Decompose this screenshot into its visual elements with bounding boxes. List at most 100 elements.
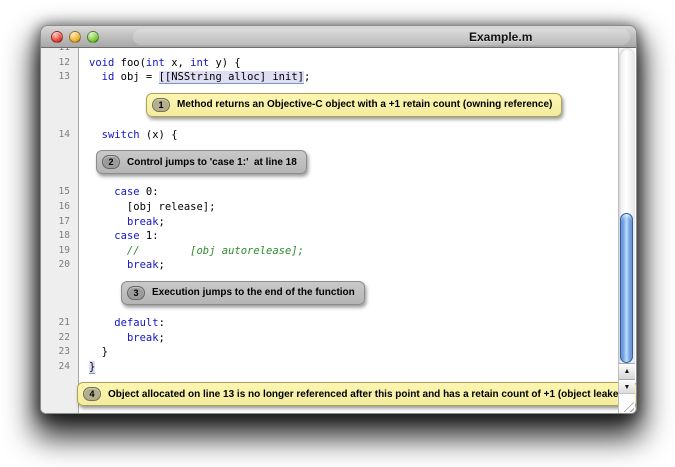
code-row: 22 break; — [41, 331, 617, 346]
analyzer-range-highlight: [[NSString alloc] init] — [159, 71, 304, 84]
code-segment: break — [127, 216, 159, 228]
code-row: 11 — [41, 48, 617, 56]
line-number: 22 — [41, 331, 79, 346]
code-segment — [89, 259, 127, 271]
code-segment: break — [127, 332, 159, 344]
line-number: 20 — [41, 258, 79, 273]
scrollbar-thumb[interactable] — [620, 213, 633, 363]
code-line: break; — [79, 215, 165, 230]
code-line: } — [79, 360, 95, 375]
code-line: [obj release]; — [79, 200, 215, 215]
line-number: 18 — [41, 229, 79, 244]
code-row: 12void foo(int x, int y) { — [41, 56, 617, 71]
line-number: 12 — [41, 56, 79, 71]
code-line: case 0: — [79, 185, 159, 200]
code-line — [79, 48, 89, 56]
code-line: break; — [79, 331, 165, 346]
code-row: 14 switch (x) { — [41, 128, 617, 143]
code-row: 16 [obj release]; — [41, 200, 617, 215]
code-segment: default — [114, 317, 158, 329]
analyzer-bubble-control-3[interactable]: 3 Execution jumps to the end of the funct… — [121, 281, 365, 305]
example-m-window: Example.m 1112void foo(int x, int y) {13… — [40, 25, 637, 414]
code-row: 24} — [41, 360, 617, 375]
titlebar-sheen — [133, 29, 630, 45]
line-number: 24 — [41, 360, 79, 375]
code-segment: y) { — [209, 57, 241, 69]
line-number: 15 — [41, 185, 79, 200]
line-number: 21 — [41, 316, 79, 331]
code-segment: 0: — [140, 186, 159, 198]
code-segment: void — [89, 57, 114, 69]
code-segment: case — [114, 230, 139, 242]
code-segment: ; — [304, 71, 310, 83]
close-button-icon[interactable] — [51, 31, 63, 43]
line-number: 11 — [41, 48, 79, 56]
code-segment: (x) { — [140, 129, 178, 141]
code-row: 20 break; — [41, 258, 617, 273]
line-number: 23 — [41, 345, 79, 360]
window-resize-grip[interactable] — [619, 393, 635, 413]
code-row: 18 case 1: — [41, 229, 617, 244]
bubble-message: Method returns an Objective-C object wit… — [177, 98, 552, 111]
bubble-message: Control jumps to 'case 1:' at line 18 — [127, 156, 297, 169]
code-segment: : — [159, 317, 165, 329]
line-number: 17 — [41, 215, 79, 230]
code-segment: int — [190, 57, 209, 69]
vertical-scrollbar[interactable]: ▲ ▼ — [618, 48, 635, 413]
line-number: 14 — [41, 128, 79, 143]
analyzer-bubble-event-1[interactable]: 1 Method returns an Objective-C object wi… — [146, 93, 562, 117]
window-titlebar[interactable]: Example.m — [41, 26, 636, 48]
code-segment: x, — [165, 57, 190, 69]
code-row: 21 default: — [41, 316, 617, 331]
code-segment: [obj release]; — [89, 201, 215, 213]
analyzer-bubble-control-2[interactable]: 2 Control jumps to 'case 1:' at line 18 — [96, 150, 307, 174]
code-row: 13 id obj = [[NSString alloc] init]; — [41, 70, 617, 85]
path-step-badge: 4 — [83, 387, 101, 401]
code-segment: break — [127, 259, 159, 271]
desktop-background: Example.m 1112void foo(int x, int y) {13… — [0, 0, 675, 467]
path-step-badge: 2 — [102, 155, 120, 169]
code-segment — [89, 186, 114, 198]
code-segment — [89, 129, 102, 141]
code-segment: } — [89, 346, 108, 358]
code-segment: case — [114, 186, 139, 198]
code-segment: switch — [102, 129, 140, 141]
source-code-view: 1112void foo(int x, int y) {13 id obj = … — [41, 48, 617, 413]
code-row: 23 } — [41, 345, 617, 360]
code-line: switch (x) { — [79, 128, 178, 143]
code-line: default: — [79, 316, 165, 331]
code-line: } — [79, 345, 108, 360]
code-row: 19 // [obj autorelease]; — [41, 244, 617, 259]
line-number: 19 — [41, 244, 79, 259]
bubble-message: Execution jumps to the end of the functi… — [152, 286, 355, 299]
bubble-message: Object allocated on line 13 is no longer… — [108, 388, 628, 401]
code-line: id obj = [[NSString alloc] init]; — [79, 70, 310, 85]
code-segment — [89, 317, 114, 329]
code-row: 15 case 0: — [41, 185, 617, 200]
analyzer-bubble-event-4[interactable]: 4 Object allocated on line 13 is no longe… — [77, 382, 636, 406]
scroll-up-icon[interactable]: ▲ — [619, 363, 635, 379]
code-segment — [89, 71, 102, 83]
code-line: // [obj autorelease]; — [79, 244, 304, 259]
code-segment: 1: — [140, 230, 159, 242]
code-line: case 1: — [79, 229, 159, 244]
code-segment — [89, 332, 127, 344]
code-segment — [89, 230, 114, 242]
code-segment: obj = — [114, 71, 158, 83]
code-line: void foo(int x, int y) { — [79, 56, 241, 71]
code-line: break; — [79, 258, 165, 273]
code-segment: ; — [159, 259, 165, 271]
editor-content: 1112void foo(int x, int y) {13 id obj = … — [41, 48, 636, 413]
code-segment: ; — [159, 332, 165, 344]
code-segment: foo( — [114, 57, 146, 69]
zoom-button-icon[interactable] — [87, 31, 99, 43]
resize-grip-icon — [621, 399, 634, 412]
code-segment — [89, 216, 127, 228]
path-step-badge: 3 — [127, 286, 145, 300]
path-step-badge: 1 — [152, 98, 170, 112]
minimize-button-icon[interactable] — [69, 31, 81, 43]
code-segment: id — [102, 71, 115, 83]
code-segment: ; — [159, 216, 165, 228]
line-number: 16 — [41, 200, 79, 215]
code-segment: // [obj autorelease]; — [89, 245, 304, 257]
